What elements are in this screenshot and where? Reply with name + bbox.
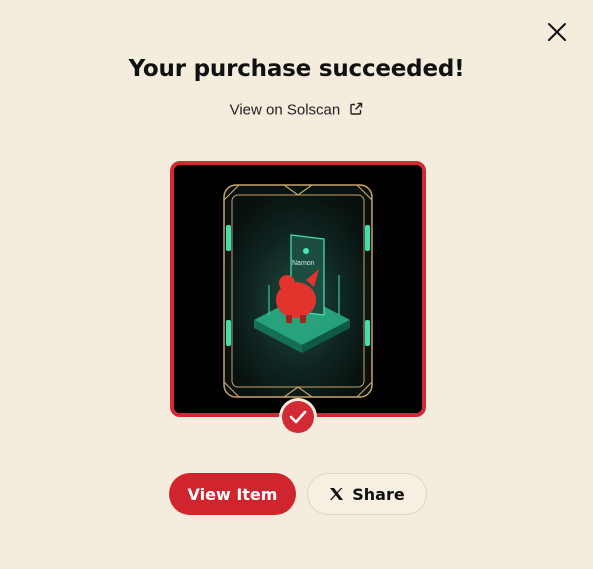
purchased-item-image: Namon [170,161,426,417]
share-label: Share [352,484,405,504]
close-button[interactable] [544,19,570,45]
success-check-badge [282,401,314,433]
close-icon [548,23,566,41]
solscan-link-label: View on Solscan [229,101,341,119]
view-item-label: View Item [187,484,278,504]
card-device-text: Namon [292,260,315,267]
purchase-success-modal: Your purchase succeeded! View on Solscan [0,0,593,569]
view-on-solscan-link[interactable]: View on Solscan [0,101,593,119]
view-item-button[interactable]: View Item [169,473,296,515]
external-link-icon [350,102,363,115]
modal-title: Your purchase succeeded! [128,56,465,82]
check-icon [289,410,307,424]
share-button[interactable]: Share [307,473,427,515]
x-logo-icon [329,487,344,501]
